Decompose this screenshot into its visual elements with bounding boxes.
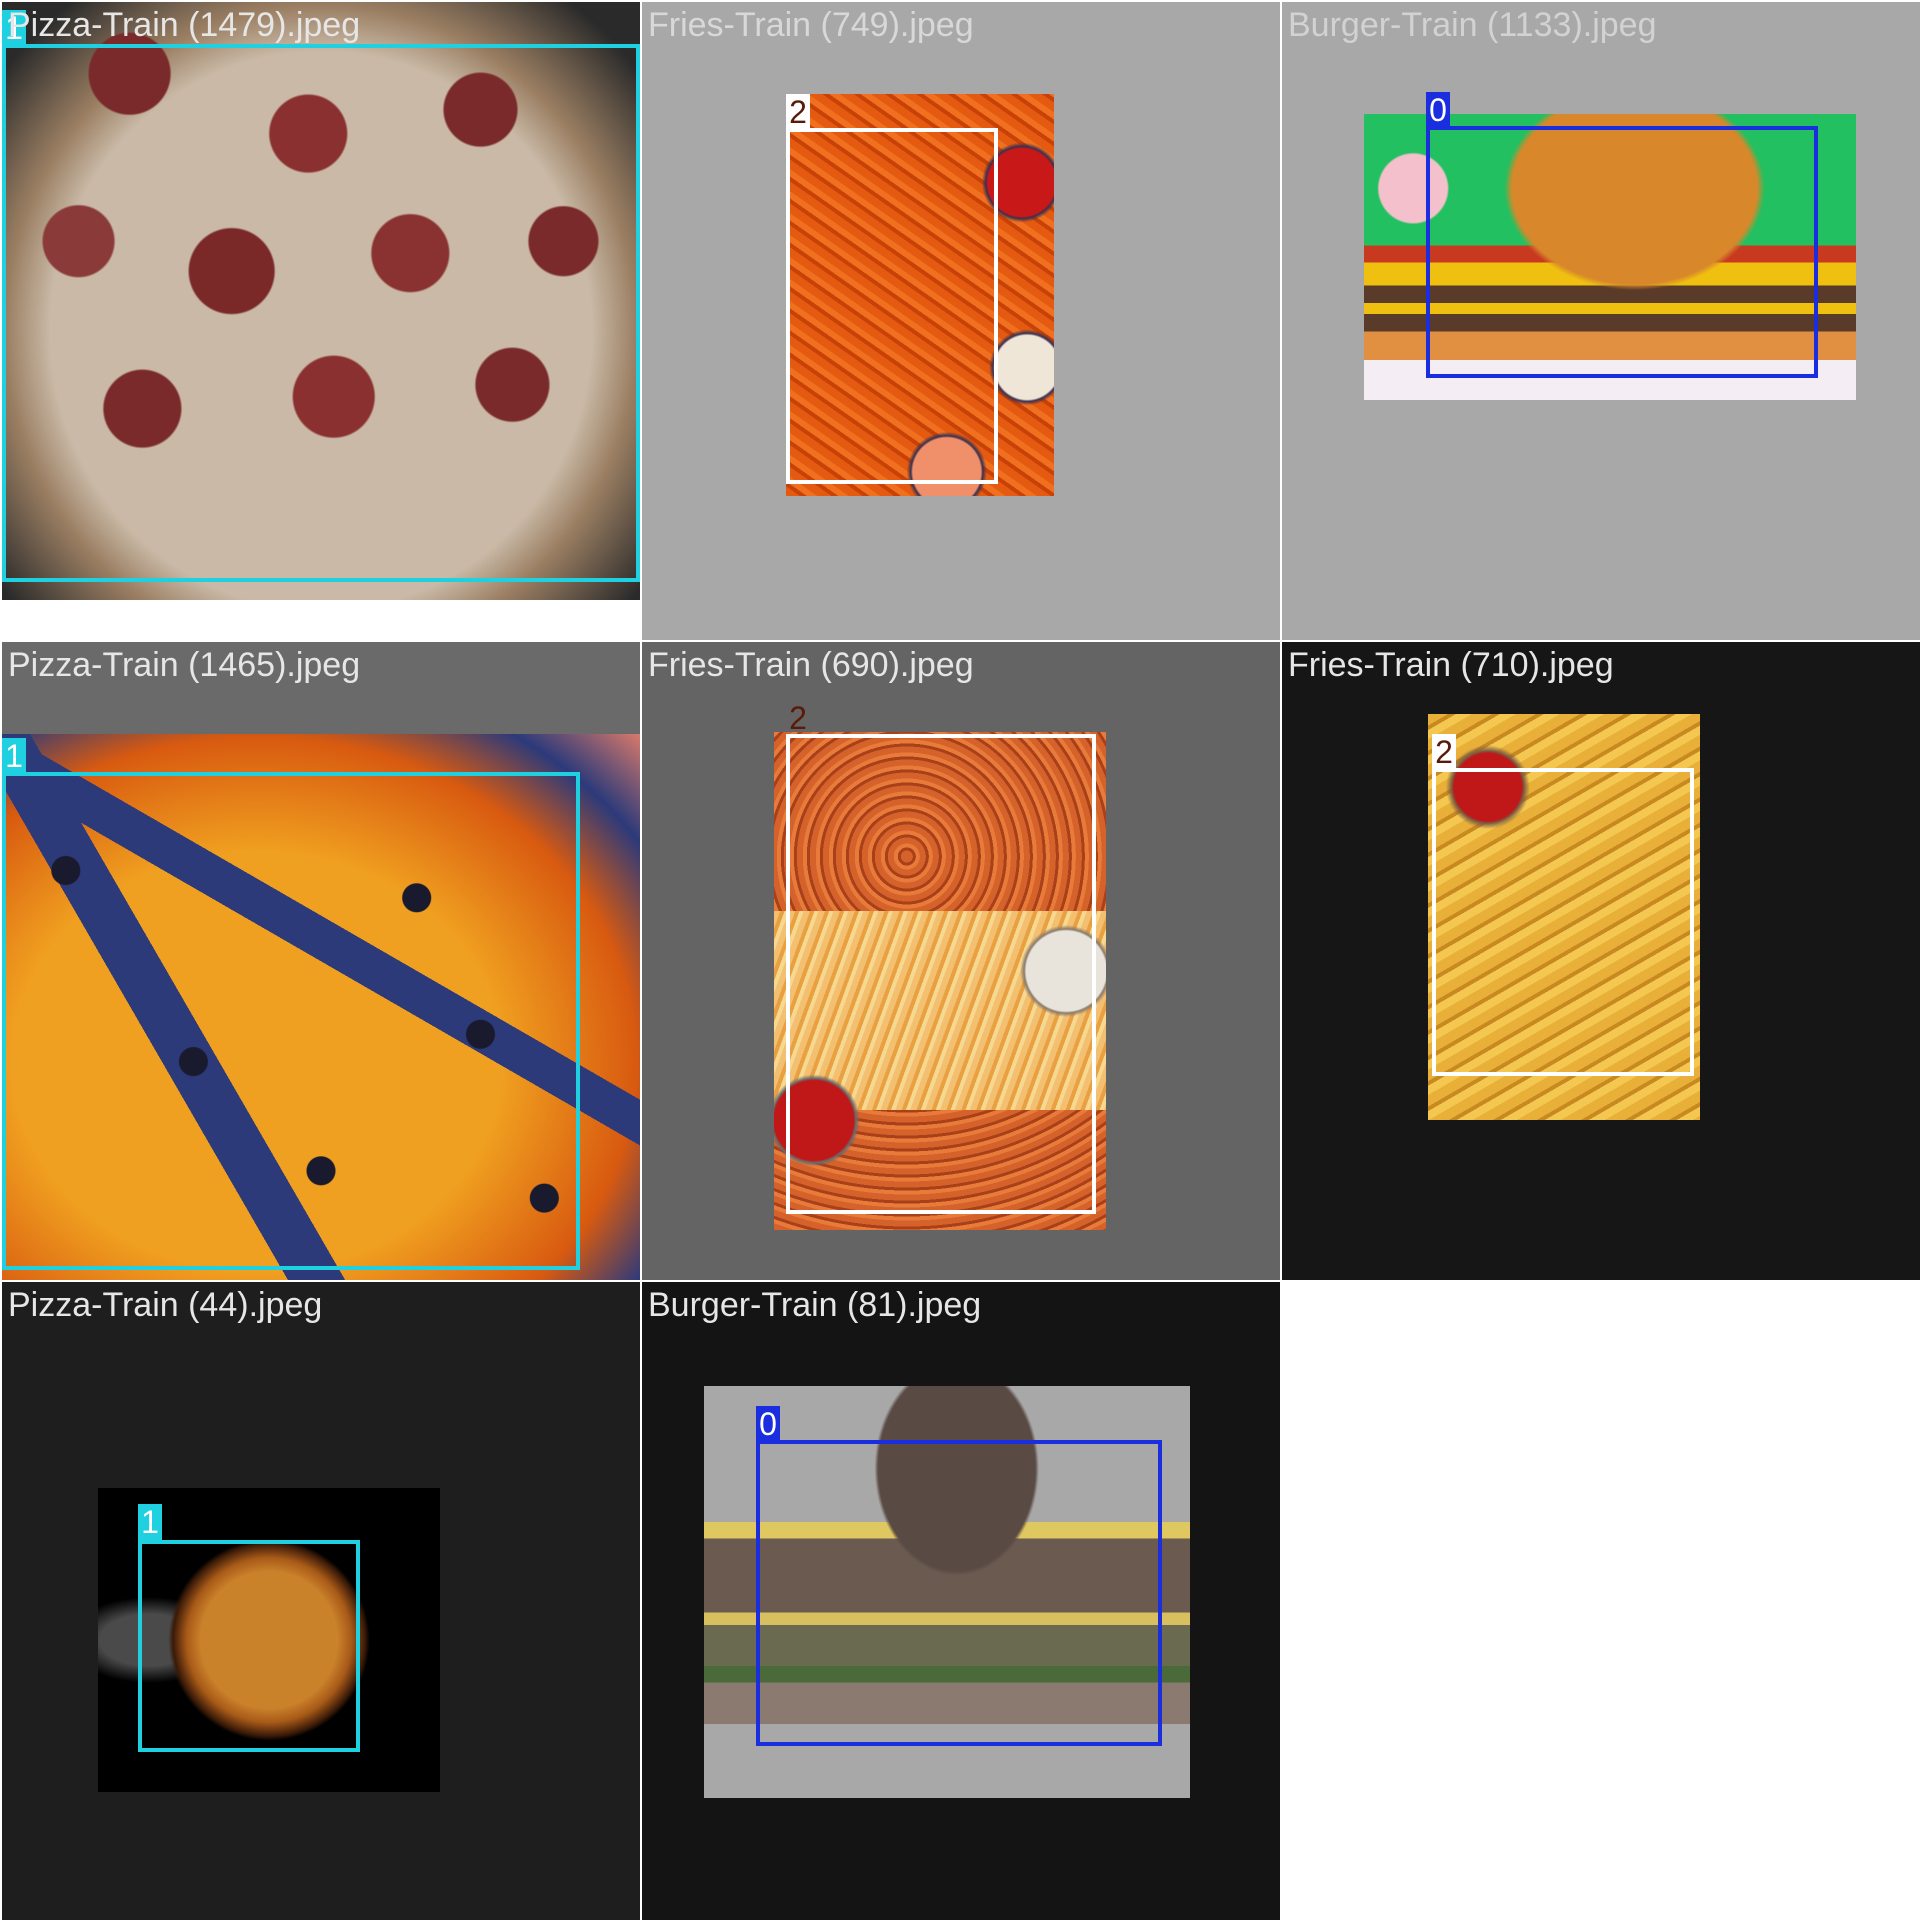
image-tile-2[interactable]: 2 Fries-Train (749).jpeg: [642, 2, 1280, 640]
image-filename: Pizza-Train (1465).jpeg: [8, 646, 361, 684]
bounding-box-class-0: [1426, 126, 1818, 378]
class-label-tag: 0: [756, 1406, 780, 1442]
class-label-tag: 0: [1426, 92, 1450, 128]
class-label-tag: 1: [138, 1504, 162, 1540]
image-tile-6[interactable]: 2 Fries-Train (710).jpeg: [1282, 642, 1920, 1280]
bounding-box-class-2: [786, 128, 998, 484]
image-tile-3[interactable]: 0 Burger-Train (1133).jpeg: [1282, 2, 1920, 640]
bounding-box-class-2: [1432, 768, 1694, 1076]
bounding-box-class-1: [2, 44, 640, 582]
image-filename: Burger-Train (1133).jpeg: [1288, 6, 1657, 44]
bounding-box-class-2: [786, 734, 1096, 1214]
image-filename: Fries-Train (690).jpeg: [648, 646, 974, 684]
class-label-tag: 2: [786, 94, 810, 130]
bounding-box-class-0: [756, 1440, 1162, 1746]
image-filename: Burger-Train (81).jpeg: [648, 1286, 982, 1324]
class-label-tag: 2: [789, 700, 807, 736]
image-tile-5[interactable]: 2 Fries-Train (690).jpeg: [642, 642, 1280, 1280]
image-filename: Fries-Train (710).jpeg: [1288, 646, 1614, 684]
image-tile-4[interactable]: 1 Pizza-Train (1465).jpeg: [2, 642, 640, 1280]
bounding-box-class-1: [138, 1540, 360, 1752]
image-filename: Fries-Train (749).jpeg: [648, 6, 974, 44]
class-label-tag: 2: [1432, 734, 1456, 770]
bounding-box-class-1: [2, 772, 580, 1270]
image-tile-1[interactable]: 1 Pizza-Train (1479).jpeg: [2, 2, 640, 640]
image-tile-7[interactable]: 1 Pizza-Train (44).jpeg: [2, 1282, 640, 1920]
image-filename: Pizza-Train (44).jpeg: [8, 1286, 323, 1324]
image-tile-8[interactable]: 0 Burger-Train (81).jpeg: [642, 1282, 1280, 1920]
class-label-tag: 1: [2, 738, 26, 774]
image-filename: Pizza-Train (1479).jpeg: [8, 6, 361, 44]
